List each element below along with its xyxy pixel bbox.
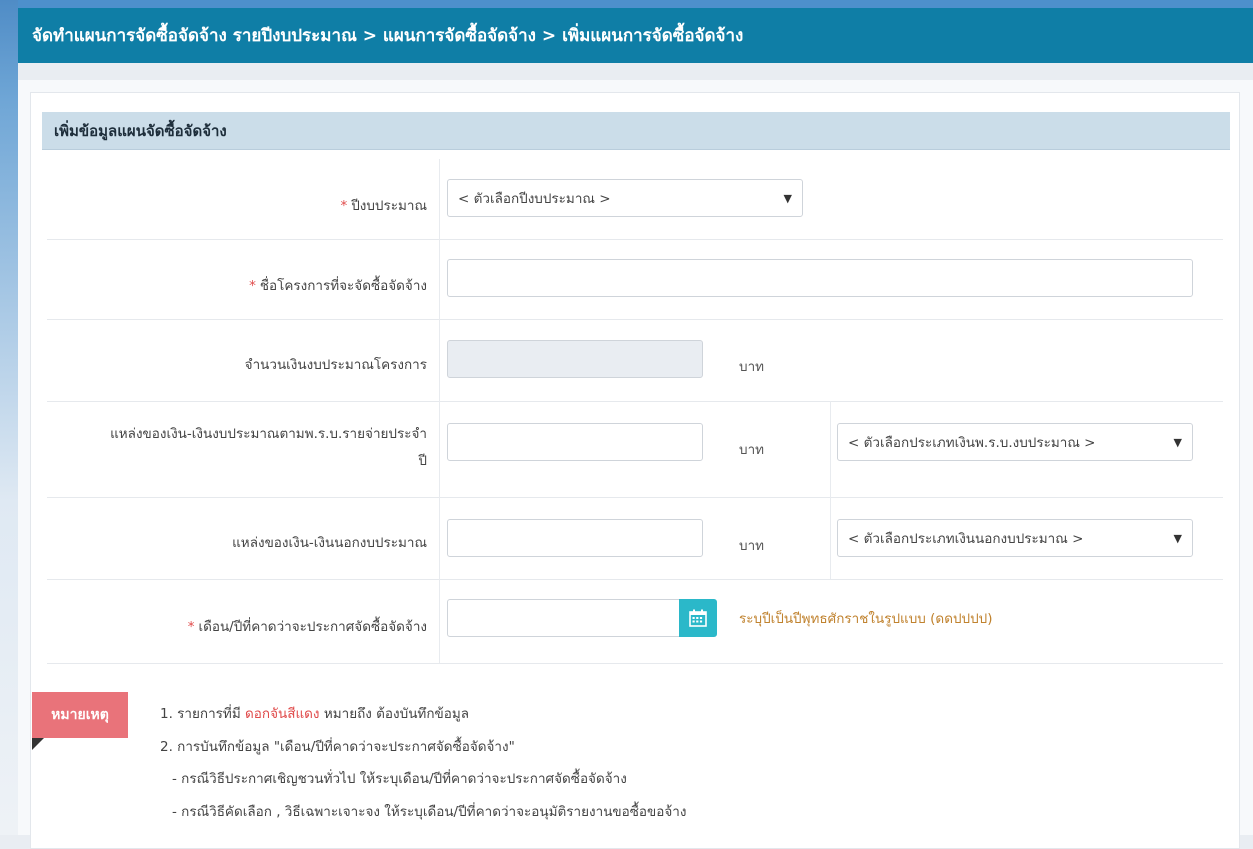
caret-down-icon: ▼ <box>1173 531 1182 545</box>
left-accent-bar <box>0 0 18 835</box>
budget-amount-label: จำนวนเงินงบประมาณโครงการ <box>244 357 427 373</box>
breadcrumb-text: จัดทำแผนการจัดซื้อจัดจ้าง รายปีงบประมาณ … <box>32 26 744 46</box>
breadcrumb: จัดทำแผนการจัดซื้อจัดจ้าง รายปีงบประมาณ … <box>18 8 1253 63</box>
annual-budget-unit: บาท <box>739 442 765 458</box>
note-line-4: - กรณีวิธีคัดเลือก , วิธีเฉพาะเจาะจง ให้… <box>172 804 687 820</box>
note-tag-fold <box>32 738 44 750</box>
note-tag: หมายเหตุ <box>32 692 128 738</box>
announce-month-label: * เดือน/ปีที่คาดว่าจะประกาศจัดซื้อจัดจ้าง <box>187 619 427 635</box>
note-line-2: 2. การบันทึกข้อมูล "เดือน/ปีที่คาดว่าจะป… <box>160 739 515 755</box>
top-accent-bar <box>0 0 1253 8</box>
caret-down-icon: ▼ <box>783 191 792 205</box>
note-line-1: 1. รายการที่มี ดอกจันสีแดง หมายถึง ต้องบ… <box>160 706 470 722</box>
row-fiscal-year: * ปีงบประมาณ < ตัวเลือกปีงบประมาณ > ▼ <box>47 159 1223 240</box>
annual-budget-amount-input[interactable] <box>447 423 703 461</box>
caret-down-icon: ▼ <box>1173 435 1182 449</box>
row-non-budget-source: แหล่งของเงิน-เงินนอกงบประมาณ บาท < ตัวเล… <box>47 497 1223 580</box>
non-budget-type-select[interactable]: < ตัวเลือกประเภทเงินนอกงบประมาณ > ▼ <box>837 519 1193 557</box>
note-line-3: - กรณีวิธีประกาศเชิญชวนทั่วไป ให้ระบุเดื… <box>172 771 627 787</box>
row-announce-month: * เดือน/ปีที่คาดว่าจะประกาศจัดซื้อจัดจ้าง… <box>47 579 1223 664</box>
panel-heading: เพิ่มข้อมูลแผนจัดซื้อจัดจ้าง <box>42 112 1230 150</box>
annual-budget-source-label: แหล่งของเงิน-เงินงบประมาณตามพ.ร.บ.รายจ่า… <box>110 426 427 469</box>
budget-amount-input <box>447 340 703 378</box>
budget-amount-unit: บาท <box>739 359 765 375</box>
announce-month-hint: ระบุปีเป็นปีพุทธศักราชในรูปแบบ (ดดปปปป) <box>739 611 993 627</box>
required-mark: * <box>340 198 348 214</box>
red-asterisk-highlight: ดอกจันสีแดง <box>245 706 320 722</box>
project-name-label: * ชื่อโครงการที่จะจัดซื้อจัดจ้าง <box>249 278 427 294</box>
row-annual-budget-source: แหล่งของเงิน-เงินงบประมาณตามพ.ร.บ.รายจ่า… <box>47 401 1223 498</box>
row-budget-amount: จำนวนเงินงบประมาณโครงการ บาท <box>47 319 1223 402</box>
announce-month-input[interactable] <box>447 599 681 637</box>
panel-heading-text: เพิ่มข้อมูลแผนจัดซื้อจัดจ้าง <box>54 121 227 140</box>
fiscal-year-label: * ปีงบประมาณ <box>340 198 427 214</box>
non-budget-amount-input[interactable] <box>447 519 703 557</box>
non-budget-unit: บาท <box>739 538 765 554</box>
annual-budget-type-select[interactable]: < ตัวเลือกประเภทเงินพ.ร.บ.งบประมาณ > ▼ <box>837 423 1193 461</box>
non-budget-source-label: แหล่งของเงิน-เงินนอกงบประมาณ <box>232 535 427 551</box>
fiscal-year-select[interactable]: < ตัวเลือกปีงบประมาณ > ▼ <box>447 179 803 217</box>
calendar-icon <box>689 609 707 627</box>
row-project-name: * ชื่อโครงการที่จะจัดซื้อจัดจ้าง <box>47 239 1223 320</box>
project-name-input[interactable] <box>447 259 1193 297</box>
calendar-button[interactable] <box>679 599 717 637</box>
fiscal-year-select-text: < ตัวเลือกปีงบประมาณ > <box>458 191 611 207</box>
required-mark: * <box>187 619 195 635</box>
required-mark: * <box>249 278 256 294</box>
